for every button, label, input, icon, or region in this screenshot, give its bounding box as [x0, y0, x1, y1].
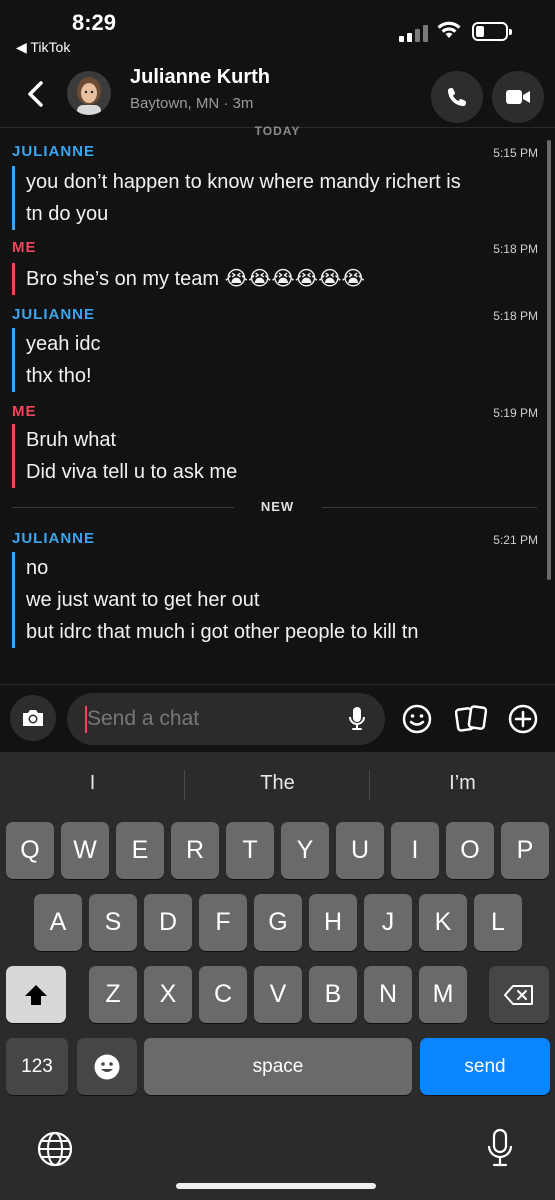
send-key[interactable]: send [420, 1038, 550, 1095]
message-line: we just want to get her out [26, 589, 260, 611]
key-h[interactable]: H [309, 894, 357, 951]
key-o[interactable]: O [446, 822, 494, 879]
message-time: 5:19 PM [493, 406, 538, 420]
message-line: tn do you [26, 203, 109, 225]
suggestion-1[interactable]: I [0, 772, 185, 795]
shift-key[interactable] [6, 966, 66, 1023]
key-s[interactable]: S [89, 894, 137, 951]
key-w[interactable]: W [61, 822, 109, 879]
key-p[interactable]: P [501, 822, 549, 879]
key-x[interactable]: X [144, 966, 192, 1023]
key-v[interactable]: V [254, 966, 302, 1023]
message-line: yeah idc [26, 333, 101, 355]
message-time: 5:18 PM [493, 309, 538, 323]
space-key[interactable]: space [144, 1038, 412, 1095]
back-to-app-link[interactable]: ◀ TikTok [16, 39, 70, 56]
message-body[interactable]: you don’t happen to know where mandy ric… [12, 166, 461, 230]
chat-scrollbar[interactable] [547, 140, 551, 580]
emoji-key[interactable] [77, 1038, 137, 1095]
message-sender: JULIANNE [12, 143, 96, 160]
key-k[interactable]: K [419, 894, 467, 951]
new-label: NEW [260, 499, 295, 514]
message-sender: JULIANNE [12, 530, 96, 547]
key-y[interactable]: Y [281, 822, 329, 879]
message-line: Did viva tell u to ask me [26, 461, 238, 483]
key-a[interactable]: A [34, 894, 82, 951]
key-z[interactable]: Z [89, 966, 137, 1023]
message-sender: ME [12, 239, 37, 256]
key-c[interactable]: C [199, 966, 247, 1023]
status-bar: 8:29 ◀ TikTok [0, 0, 555, 60]
key-u[interactable]: U [336, 822, 384, 879]
message-time: 5:18 PM [493, 242, 538, 256]
message-time: 5:15 PM [493, 146, 538, 160]
dictation-mic-icon[interactable] [486, 1128, 514, 1168]
chat-header: Julianne Kurth Baytown, MN · 3m [0, 60, 555, 128]
message-body[interactable]: yeah idc thx tho! [12, 328, 101, 392]
suggestion-3[interactable]: I’m [370, 772, 555, 795]
key-i[interactable]: I [391, 822, 439, 879]
key-r[interactable]: R [171, 822, 219, 879]
key-e[interactable]: E [116, 822, 164, 879]
globe-icon[interactable] [36, 1130, 74, 1168]
message-time: 5:21 PM [493, 533, 538, 547]
message-body[interactable]: Bruh what Did viva tell u to ask me [12, 424, 237, 488]
plus-icon[interactable] [507, 703, 539, 735]
key-d[interactable]: D [144, 894, 192, 951]
emoji-icon [94, 1054, 120, 1079]
home-indicator[interactable] [176, 1183, 376, 1189]
key-q[interactable]: Q [6, 822, 54, 879]
new-messages-separator: NEW [0, 498, 555, 518]
key-n[interactable]: N [364, 966, 412, 1023]
camera-button[interactable] [10, 695, 56, 741]
numbers-key[interactable]: 123 [6, 1038, 68, 1095]
suggestion-bar: I The I’m [0, 752, 555, 816]
microphone-icon[interactable] [347, 706, 367, 732]
key-b[interactable]: B [309, 966, 357, 1023]
shift-icon [25, 984, 47, 1005]
message-body[interactable]: no we just want to get her out but idrc … [12, 552, 418, 648]
chat-input-field[interactable] [67, 693, 385, 745]
call-button[interactable] [431, 71, 483, 123]
suggestion-2[interactable]: The [185, 772, 370, 795]
backspace-key[interactable] [489, 966, 549, 1023]
message-line: no [26, 557, 49, 579]
message-line: you don’t happen to know where mandy ric… [26, 171, 461, 193]
status-time: 8:29 [72, 10, 117, 35]
chevron-left-icon[interactable] [22, 78, 50, 110]
camera-icon [23, 710, 43, 726]
video-call-button[interactable] [492, 71, 544, 123]
message-line: Bruh what [26, 429, 117, 451]
message-line: but idrc that much i got other people to… [26, 621, 419, 643]
message-sender: ME [12, 403, 37, 420]
key-l[interactable]: L [474, 894, 522, 951]
key-t[interactable]: T [226, 822, 274, 879]
video-camera-icon [506, 90, 530, 104]
day-separator: TODAY [254, 124, 301, 138]
smiley-icon[interactable] [401, 703, 433, 735]
backspace-icon [504, 984, 533, 1005]
message-line: Bro she’s on my team 😭😭😭😭😭😭 [26, 268, 365, 290]
key-m[interactable]: M [419, 966, 467, 1023]
chat-input-bar [0, 684, 555, 752]
cards-icon[interactable] [455, 703, 487, 735]
avatar[interactable] [67, 71, 111, 115]
phone-icon [448, 88, 466, 106]
message-body[interactable]: Bro she’s on my team 😭😭😭😭😭😭 [12, 263, 365, 295]
cellular-signal-icon [399, 24, 429, 42]
battery-icon [472, 22, 512, 41]
contact-location: Baytown, MN · 3m [130, 95, 254, 112]
key-f[interactable]: F [199, 894, 247, 951]
key-g[interactable]: G [254, 894, 302, 951]
contact-name[interactable]: Julianne Kurth [130, 66, 270, 89]
key-j[interactable]: J [364, 894, 412, 951]
wifi-icon [437, 21, 461, 38]
chat-input[interactable] [87, 702, 337, 736]
message-line: thx tho! [26, 365, 92, 387]
message-sender: JULIANNE [12, 306, 96, 323]
